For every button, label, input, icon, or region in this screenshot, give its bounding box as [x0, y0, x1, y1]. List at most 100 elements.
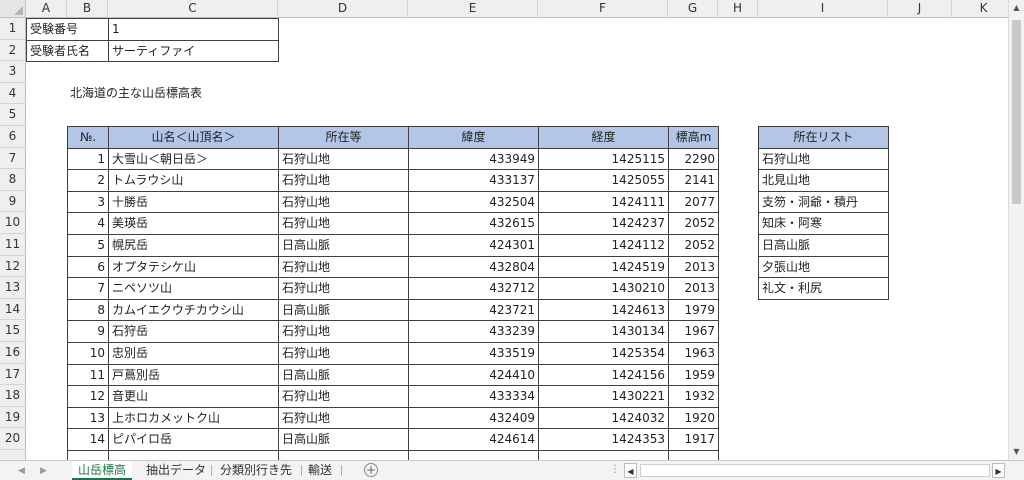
table-cell-location[interactable]: 石狩山地 — [278, 190, 409, 214]
table-cell-partial[interactable] — [108, 450, 279, 460]
table-cell-mountain[interactable]: 大雪山＜朝日岳＞ — [108, 147, 279, 171]
table-cell-latitude[interactable]: 432409 — [408, 406, 539, 430]
table-cell-elevation[interactable]: 2077 — [668, 190, 719, 214]
table-cell-partial[interactable] — [408, 450, 539, 460]
table-cell-elevation[interactable]: 2052 — [668, 234, 719, 257]
table-cell-no[interactable]: 13 — [67, 406, 109, 430]
row-header-15[interactable]: 15 — [0, 320, 26, 342]
table-cell-elevation[interactable]: 2013 — [668, 255, 719, 279]
table-cell-location[interactable]: 石狩山地 — [278, 147, 409, 171]
table-cell-no[interactable]: 4 — [67, 212, 109, 235]
table-cell-partial[interactable] — [67, 450, 109, 460]
table-cell-longitude[interactable]: 1424353 — [538, 428, 669, 451]
table-cell-no[interactable]: 7 — [67, 277, 109, 300]
spreadsheet-grid[interactable]: ABCDEFGHIJK 1 2 3 4 5 6 7 8 9 10 11 12 13 14 15 16 17 18 1… — [0, 0, 1008, 460]
location-list-item[interactable]: 日高山脈 — [758, 234, 889, 257]
vertical-scroll-thumb[interactable] — [1012, 20, 1021, 204]
location-list-item[interactable]: 北見山地 — [758, 169, 889, 192]
table-cell-longitude[interactable]: 1424111 — [538, 190, 669, 214]
sheet-title[interactable]: 北海道の主な山岳標高表 — [67, 83, 538, 105]
table-cell-location[interactable]: 石狩山地 — [278, 277, 409, 300]
row-header-13[interactable]: 13 — [0, 277, 26, 299]
column-header-f[interactable]: F — [538, 0, 668, 18]
location-list-item[interactable]: 支笏・洞爺・積丹 — [758, 190, 889, 214]
table-cell-location[interactable]: 石狩山地 — [278, 320, 409, 343]
table-cell-mountain[interactable]: 幌尻岳 — [108, 234, 279, 257]
table-cell-longitude[interactable]: 1424519 — [538, 255, 669, 279]
table-cell-no[interactable]: 6 — [67, 255, 109, 279]
table-cell-elevation[interactable]: 1920 — [668, 406, 719, 430]
row-header-8[interactable]: 8 — [0, 169, 26, 191]
row-header-5[interactable]: 5 — [0, 104, 26, 126]
table-header-5[interactable]: 標高m — [668, 126, 719, 149]
table-cell-elevation[interactable]: 1917 — [668, 428, 719, 451]
table-cell-longitude[interactable]: 1424613 — [538, 298, 669, 322]
table-cell-no[interactable]: 14 — [67, 428, 109, 451]
table-cell-no[interactable]: 1 — [67, 147, 109, 171]
scroll-up-arrow-icon[interactable]: ▲ — [1009, 0, 1024, 16]
location-list-item[interactable]: 石狩山地 — [758, 147, 889, 171]
table-cell-latitude[interactable]: 432804 — [408, 255, 539, 279]
table-cell-elevation[interactable]: 1963 — [668, 342, 719, 365]
table-cell-latitude[interactable]: 432712 — [408, 277, 539, 300]
sheet-tab-category-destination[interactable]: 分類別行き先 — [214, 461, 298, 480]
table-header-4[interactable]: 経度 — [538, 126, 669, 149]
table-cell-partial[interactable] — [278, 450, 409, 460]
table-header-3[interactable]: 緯度 — [408, 126, 539, 149]
table-cell-longitude[interactable]: 1424112 — [538, 234, 669, 257]
table-cell-partial[interactable] — [538, 450, 669, 460]
table-cell-elevation[interactable]: 1932 — [668, 385, 719, 408]
row-header-2[interactable]: 2 — [0, 39, 26, 62]
table-cell-latitude[interactable]: 432504 — [408, 190, 539, 214]
column-header-k[interactable]: K — [952, 0, 1008, 18]
table-cell-no[interactable]: 8 — [67, 298, 109, 322]
table-cell-elevation[interactable]: 1979 — [668, 298, 719, 322]
location-list-item[interactable]: 夕張山地 — [758, 255, 889, 279]
scroll-down-arrow-icon[interactable]: ▼ — [1009, 444, 1024, 460]
table-cell-location[interactable]: 日高山脈 — [278, 234, 409, 257]
table-cell-elevation[interactable]: 2052 — [668, 212, 719, 235]
table-cell-mountain[interactable]: ニペソツ山 — [108, 277, 279, 300]
add-sheet-button[interactable]: + — [364, 463, 378, 477]
row-header-16[interactable]: 16 — [0, 342, 26, 364]
row-header-3[interactable]: 3 — [0, 61, 26, 83]
column-header-a[interactable]: A — [26, 0, 67, 18]
table-cell-longitude[interactable]: 1424156 — [538, 363, 669, 387]
table-cell-no[interactable]: 3 — [67, 190, 109, 214]
table-cell-no[interactable]: 2 — [67, 169, 109, 192]
examinee-name-value[interactable]: サーティファイ — [108, 39, 279, 63]
row-header-1[interactable]: 1 — [0, 18, 26, 40]
scroll-left-arrow-icon[interactable]: ◀ — [624, 463, 637, 478]
table-cell-longitude[interactable]: 1430210 — [538, 277, 669, 300]
table-cell-elevation[interactable]: 2013 — [668, 277, 719, 300]
table-cell-location[interactable]: 石狩山地 — [278, 406, 409, 430]
table-cell-longitude[interactable]: 1424237 — [538, 212, 669, 235]
table-cell-latitude[interactable]: 433239 — [408, 320, 539, 343]
table-cell-mountain[interactable]: 石狩岳 — [108, 320, 279, 343]
table-cell-mountain[interactable]: ピパイロ岳 — [108, 428, 279, 451]
exam-number-label[interactable]: 受験番号 — [26, 18, 109, 41]
table-cell-longitude[interactable]: 1425055 — [538, 169, 669, 192]
column-header-c[interactable]: C — [108, 0, 278, 18]
table-cell-elevation[interactable]: 1967 — [668, 320, 719, 343]
table-cell-location[interactable]: 日高山脈 — [278, 298, 409, 322]
table-cell-no[interactable]: 12 — [67, 385, 109, 408]
row-header-17[interactable]: 17 — [0, 363, 26, 386]
table-cell-longitude[interactable]: 1425115 — [538, 147, 669, 171]
location-list-item[interactable]: 知床・阿寒 — [758, 212, 889, 235]
table-cell-mountain[interactable]: 戸蔦別岳 — [108, 363, 279, 387]
table-cell-partial[interactable] — [668, 450, 719, 460]
sheet-tab-transport[interactable]: 輸送 — [302, 461, 338, 480]
table-cell-location[interactable]: 石狩山地 — [278, 212, 409, 235]
table-cell-mountain[interactable]: 上ホロカメットク山 — [108, 406, 279, 430]
row-header-14[interactable]: 14 — [0, 298, 26, 321]
scroll-right-arrow-icon[interactable]: ▶ — [992, 463, 1005, 478]
table-cell-mountain[interactable]: 十勝岳 — [108, 190, 279, 214]
table-cell-latitude[interactable]: 432615 — [408, 212, 539, 235]
table-cell-longitude[interactable]: 1425354 — [538, 342, 669, 365]
table-cell-location[interactable]: 石狩山地 — [278, 255, 409, 279]
vertical-scrollbar[interactable]: ▲ ▼ — [1008, 0, 1024, 460]
row-header-6[interactable]: 6 — [0, 126, 26, 148]
sheet-tab-mountain-heights[interactable]: 山岳標高 — [72, 461, 133, 480]
column-header-e[interactable]: E — [408, 0, 538, 18]
